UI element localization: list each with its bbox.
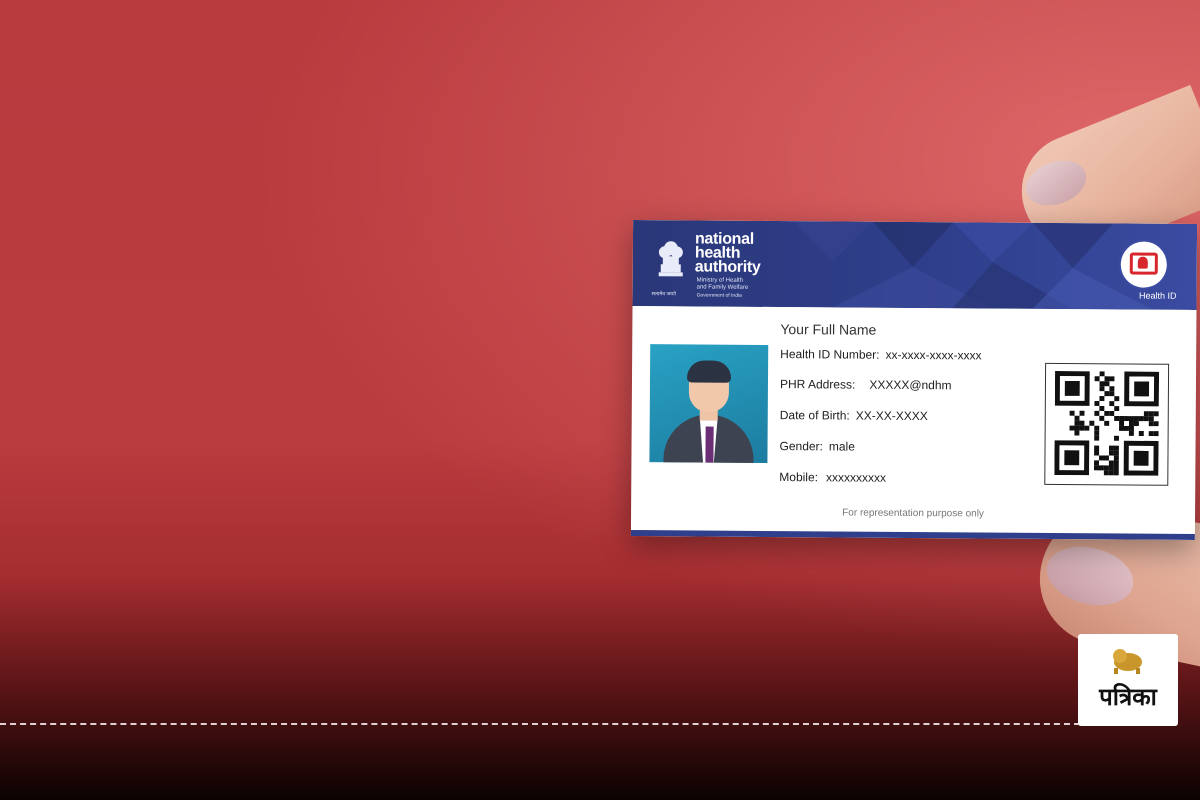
card-header: सत्यमेव जयते national health authority M… — [632, 220, 1198, 310]
lion-icon — [1113, 649, 1142, 674]
field-value: male — [828, 439, 855, 454]
photo-scene: सत्यमेव जयते national health authority M… — [0, 0, 1200, 800]
field-gender: Gender: male — [779, 439, 854, 454]
health-id-logo-icon — [1120, 241, 1167, 288]
government-line: Government of India — [696, 292, 742, 299]
disclaimer: For representation purpose only — [842, 507, 984, 520]
dashed-divider — [0, 723, 1080, 725]
field-label: PHR Address: — [779, 377, 856, 392]
patrika-wordmark: पत्रिका — [1099, 683, 1157, 711]
health-id-card: सत्यमेव जयते national health authority M… — [630, 220, 1198, 540]
avatar — [649, 344, 769, 463]
avatar-tie — [705, 426, 714, 463]
field-value: xxxxxxxxxx — [825, 470, 887, 485]
full-name: Your Full Name — [780, 321, 877, 338]
field-value: XXXXX@ndhm — [869, 377, 952, 393]
field-health-id-number: Health ID Number: xx-xxxx-xxxx-xxxx — [780, 347, 981, 362]
field-label: Gender: — [779, 439, 823, 454]
person-icon — [1137, 256, 1148, 269]
field-label: Health ID Number: — [780, 347, 880, 362]
patrika-logo: पत्रिका — [1078, 634, 1178, 726]
field-mobile: Mobile: xxxxxxxxxx — [779, 470, 886, 485]
org-title-line: authority — [694, 258, 761, 276]
field-value: XX-XX-XXXX — [855, 408, 928, 424]
field-label: Date of Birth: — [779, 408, 850, 423]
qr-code-icon — [1054, 370, 1160, 476]
field-phr-address: PHR Address: XXXXX@ndhm — [780, 377, 952, 392]
card-fields: Your Full Name Health ID Number: xx-xxxx-… — [779, 321, 1050, 485]
ashoka-emblem-icon — [658, 241, 683, 277]
health-id-label: Health ID — [1139, 290, 1177, 301]
field-label: Mobile: — [779, 470, 819, 485]
qr-code — [1044, 362, 1170, 486]
org-subtitle-line: and Family Welfare — [696, 284, 749, 291]
org-title: national health authority — [694, 230, 761, 276]
avatar-hair — [686, 360, 732, 383]
field-value: xx-xxxx-xxxx-xxxx — [885, 347, 982, 363]
org-subtitle: Ministry of Health and Family Welfare — [697, 277, 749, 291]
card-body: Your Full Name Health ID Number: xx-xxxx-… — [636, 306, 1191, 534]
field-date-of-birth: Date of Birth: XX-XX-XXXX — [780, 408, 928, 423]
emblem-caption: सत्यमेव जयते — [651, 291, 676, 298]
